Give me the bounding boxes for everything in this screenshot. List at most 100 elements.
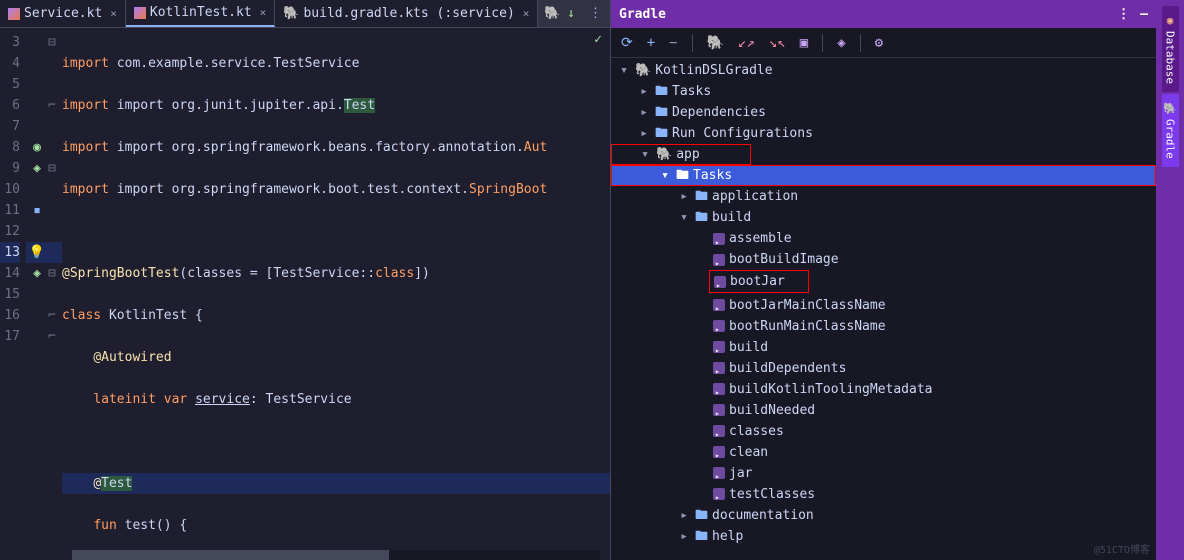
fold-minus-icon[interactable]: ⊟	[48, 158, 62, 179]
folder-icon: 🖿	[676, 165, 689, 186]
collapse-toggle-icon[interactable]: ↘↖	[769, 35, 786, 51]
folder-icon: 🖿	[655, 81, 668, 102]
task-icon	[713, 362, 725, 374]
folder-icon: 🖿	[695, 526, 708, 547]
tree-task[interactable]: assemble	[611, 228, 1156, 249]
right-sidebar: ◉ Database 🐘 Gradle	[1156, 0, 1184, 560]
spring-run-icon[interactable]: ◉	[33, 140, 41, 155]
folder-icon: 🖿	[695, 186, 708, 207]
fold-gutter: ⊟ ⌐ ⊟ ⊟ ⌐ ⌐	[48, 28, 62, 560]
task-icon	[713, 383, 725, 395]
tree-node-documentation[interactable]: ▸🖿 documentation	[611, 505, 1156, 526]
folder-icon: 🖿	[655, 102, 668, 123]
tree-task[interactable]: testClasses	[611, 484, 1156, 505]
task-icon	[713, 299, 725, 311]
gradle-title: Gradle	[619, 7, 666, 22]
tree-task[interactable]: buildNeeded	[611, 400, 1156, 421]
lightbulb-icon[interactable]: 💡	[29, 245, 45, 260]
gradle-elephant-icon: 🐘	[635, 60, 651, 81]
gradle-elephant-icon[interactable]: 🐘	[538, 6, 560, 21]
database-icon: ◉	[1164, 14, 1177, 27]
add-icon[interactable]: +	[647, 35, 655, 51]
tree-task[interactable]: clean	[611, 442, 1156, 463]
folders-icon[interactable]: ▣	[800, 35, 808, 51]
sidebar-tab-gradle[interactable]: 🐘 Gradle	[1162, 94, 1179, 167]
sidebar-tab-database[interactable]: ◉ Database	[1162, 6, 1179, 92]
fold-end-icon[interactable]: ⌐	[48, 95, 62, 116]
tree-task[interactable]: build	[611, 337, 1156, 358]
tab-overflow-icon[interactable]: ⋮	[581, 6, 610, 21]
task-icon	[713, 341, 725, 353]
watermark: @51CTO博客	[1094, 541, 1150, 556]
gradle-header: Gradle ⋮ —	[611, 0, 1156, 28]
minimize-icon[interactable]: —	[1140, 7, 1148, 22]
test-run-icon[interactable]: ◈	[33, 266, 41, 281]
test-run-icon[interactable]: ◈	[33, 161, 41, 176]
folder-icon: 🖿	[695, 505, 708, 526]
annotation-gutter: ◉ ◈ ▪ 💡 ◈	[26, 28, 48, 560]
tab-kotlintest[interactable]: KotlinTest.kt ×	[126, 0, 275, 27]
code-text[interactable]: import import com.example.service.TestSe…	[62, 28, 610, 560]
gradle-tree[interactable]: ▾🐘 KotlinDSLGradle ▸🖿 Tasks ▸🖿 Dependenc…	[611, 58, 1156, 560]
fold-minus-icon[interactable]: ⊟	[48, 32, 62, 53]
tree-node-build[interactable]: ▾🖿 build	[611, 207, 1156, 228]
task-icon	[713, 320, 725, 332]
tree-task[interactable]: buildKotlinToolingMetadata	[611, 379, 1156, 400]
gradle-run-icon[interactable]: 🐘	[707, 35, 724, 51]
task-icon	[713, 254, 725, 266]
kotlin-icon	[8, 8, 20, 20]
gradle-elephant-icon: 🐘	[1164, 102, 1177, 115]
task-icon	[713, 404, 725, 416]
line-number-gutter: 3 4 5 6 7 8 9 10 11 12 13 14 15 16 17	[0, 28, 26, 560]
inspection-ok-icon[interactable]: ✓	[594, 32, 602, 47]
task-icon	[713, 233, 725, 245]
tree-task[interactable]: bootJarMainClassName	[611, 295, 1156, 316]
tree-node-application[interactable]: ▸🖿 application	[611, 186, 1156, 207]
refresh-icon[interactable]: ⟳	[621, 35, 633, 51]
fold-end-icon[interactable]: ⌐	[48, 326, 62, 347]
offline-mode-icon[interactable]: ◈	[837, 35, 845, 51]
remove-icon[interactable]: −	[669, 35, 677, 51]
tab-label: build.gradle.kts (:service)	[303, 6, 514, 21]
tree-task[interactable]: bootRunMainClassName	[611, 316, 1156, 337]
close-icon[interactable]: ×	[523, 7, 530, 20]
tree-task-bootjar[interactable]: bootJar	[710, 271, 808, 292]
editor-tab-bar: Service.kt × KotlinTest.kt × 🐘 build.gra…	[0, 0, 610, 28]
close-icon[interactable]: ×	[110, 7, 117, 20]
kotlin-icon	[134, 7, 146, 19]
close-icon[interactable]: ×	[260, 6, 267, 19]
settings-icon[interactable]: ⚙	[875, 35, 883, 51]
horizontal-scrollbar[interactable]	[72, 550, 600, 560]
tree-task[interactable]: classes	[611, 421, 1156, 442]
fold-minus-icon[interactable]: ⊟	[48, 263, 62, 284]
task-icon	[713, 446, 725, 458]
bean-icon: ▪	[33, 203, 41, 218]
tree-task[interactable]: bootBuildImage	[611, 249, 1156, 270]
tree-task[interactable]: jar	[611, 463, 1156, 484]
task-icon	[713, 425, 725, 437]
expand-toggle-icon[interactable]: ↙↗	[738, 35, 755, 51]
folder-icon: 🖿	[655, 123, 668, 144]
gradle-tool-window: Gradle ⋮ — ⟳ + − 🐘 ↙↗ ↘↖ ▣ ◈ ⚙ ▾🐘 Kotlin…	[610, 0, 1156, 560]
tab-label: Service.kt	[24, 6, 102, 21]
options-icon[interactable]: ⋮	[1117, 7, 1130, 22]
code-area[interactable]: 3 4 5 6 7 8 9 10 11 12 13 14 15 16 17 ◉ …	[0, 28, 610, 560]
tree-node-help[interactable]: ▸🖿 help	[611, 526, 1156, 547]
tree-node-tasks[interactable]: ▸🖿 Tasks	[611, 81, 1156, 102]
gradle-toolbar: ⟳ + − 🐘 ↙↗ ↘↖ ▣ ◈ ⚙	[611, 28, 1156, 58]
fold-end-icon[interactable]: ⌐	[48, 305, 62, 326]
tree-node-app[interactable]: ▾🐘 app	[611, 144, 751, 165]
tree-node-app-tasks[interactable]: ▾🖿 Tasks	[611, 165, 1156, 186]
folder-icon: 🖿	[695, 207, 708, 228]
tree-node-dependencies[interactable]: ▸🖿 Dependencies	[611, 102, 1156, 123]
tree-node-runconfigs[interactable]: ▸🖿 Run Configurations	[611, 123, 1156, 144]
gradle-elephant-icon: 🐘	[283, 6, 299, 21]
task-icon	[714, 276, 726, 288]
editor-panel: Service.kt × KotlinTest.kt × 🐘 build.gra…	[0, 0, 610, 560]
tree-task[interactable]: buildDependents	[611, 358, 1156, 379]
tab-service[interactable]: Service.kt ×	[0, 0, 126, 27]
arrow-down-icon[interactable]: ↓	[561, 6, 581, 21]
gradle-elephant-icon: 🐘	[656, 144, 672, 165]
tab-buildgradle[interactable]: 🐘 build.gradle.kts (:service) ×	[275, 0, 538, 27]
tree-root[interactable]: ▾🐘 KotlinDSLGradle	[611, 60, 1156, 81]
